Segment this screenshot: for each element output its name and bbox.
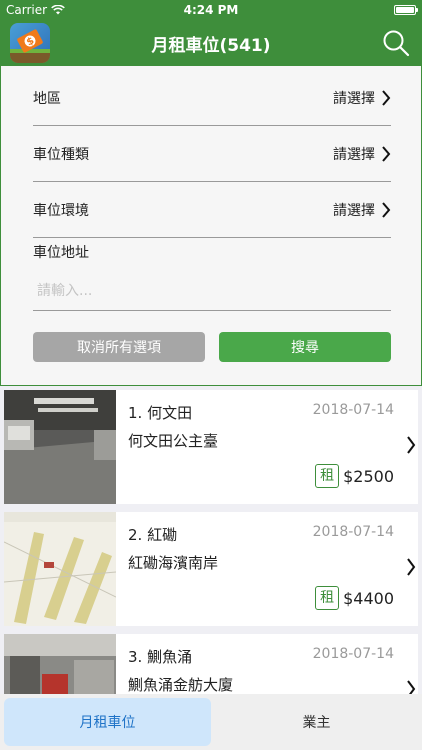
- listing-date: 2018-07-14: [312, 524, 394, 540]
- list-item[interactable]: 3. 鰂魚涌 2018-07-14 鰂魚涌金舫大廈: [4, 634, 418, 694]
- app-logo: $: [10, 23, 50, 63]
- district-value-group: 請選擇: [333, 88, 391, 108]
- battery-level: [396, 7, 414, 13]
- tab-parking[interactable]: 月租車位: [4, 698, 211, 746]
- listing-date: 2018-07-14: [312, 402, 394, 418]
- listing-photo: [4, 512, 116, 626]
- page-title: 月租車位(541): [151, 35, 271, 56]
- address-input[interactable]: [33, 271, 391, 311]
- listing-photo: [4, 390, 116, 504]
- chevron-right-icon: [382, 145, 391, 162]
- district-value: 請選擇: [333, 90, 375, 107]
- listing-name: 3. 鰂魚涌: [128, 648, 193, 666]
- listing-price: $2500: [343, 466, 394, 486]
- listing-price: $4400: [343, 588, 394, 608]
- search-submit-button[interactable]: 搜尋: [219, 332, 391, 362]
- listing-building: 鰂魚涌金舫大廈: [128, 676, 234, 694]
- type-value-group: 請選擇: [333, 144, 391, 164]
- tab-owner[interactable]: 業主: [211, 694, 422, 750]
- list-item[interactable]: 1. 何文田 2018-07-14 何文田公主臺 租 $2500: [4, 390, 418, 504]
- listing-date: 2018-07-14: [312, 646, 394, 662]
- listing-name: 1. 何文田: [128, 404, 193, 422]
- battery-icon: [394, 5, 418, 15]
- district-label: 地區: [33, 90, 61, 107]
- chevron-right-icon: [407, 436, 416, 454]
- chevron-right-icon: [382, 89, 391, 106]
- listing-name: 2. 紅磡: [128, 526, 178, 544]
- environment-value: 請選擇: [333, 202, 375, 219]
- rent-badge: 租: [315, 464, 340, 488]
- rent-badge: 租: [315, 586, 340, 610]
- nav-bar: $ 月租車位(541): [0, 20, 422, 66]
- environment-value-group: 請選擇: [333, 200, 391, 220]
- price-group: 租 $2500: [315, 464, 394, 488]
- search-icon: [383, 30, 410, 57]
- chevron-right-icon: [407, 680, 416, 694]
- filter-panel: 地區 請選擇 車位種類 請選擇 車位環境 請選擇 車位地址 取消所有選項 搜尋: [0, 66, 422, 386]
- type-value: 請選擇: [333, 146, 375, 163]
- listing-photo: [4, 634, 116, 694]
- listing-building: 紅磡海濱南岸: [128, 554, 219, 572]
- address-label: 車位地址: [33, 245, 89, 261]
- environment-label: 車位環境: [33, 202, 89, 219]
- price-group: 租 $4400: [315, 586, 394, 610]
- chevron-right-icon: [407, 558, 416, 576]
- type-selector[interactable]: 車位種類 請選擇: [33, 126, 391, 182]
- listing-list: 1. 何文田 2018-07-14 何文田公主臺 租 $2500 2. 紅磡 2…: [0, 386, 422, 694]
- list-item[interactable]: 2. 紅磡 2018-07-14 紅磡海濱南岸 租 $4400: [4, 512, 418, 626]
- district-selector[interactable]: 地區 請選擇: [33, 70, 391, 126]
- status-time: 4:24 PM: [183, 3, 239, 17]
- environment-selector[interactable]: 車位環境 請選擇: [33, 182, 391, 238]
- chevron-right-icon: [382, 201, 391, 218]
- listing-building: 何文田公主臺: [128, 432, 219, 450]
- search-button[interactable]: [382, 29, 410, 57]
- status-bar: Carrier 4:24 PM: [0, 0, 422, 20]
- clear-all-button[interactable]: 取消所有選項: [33, 332, 205, 362]
- tab-bar: 月租車位 業主: [0, 694, 422, 750]
- type-label: 車位種類: [33, 146, 89, 163]
